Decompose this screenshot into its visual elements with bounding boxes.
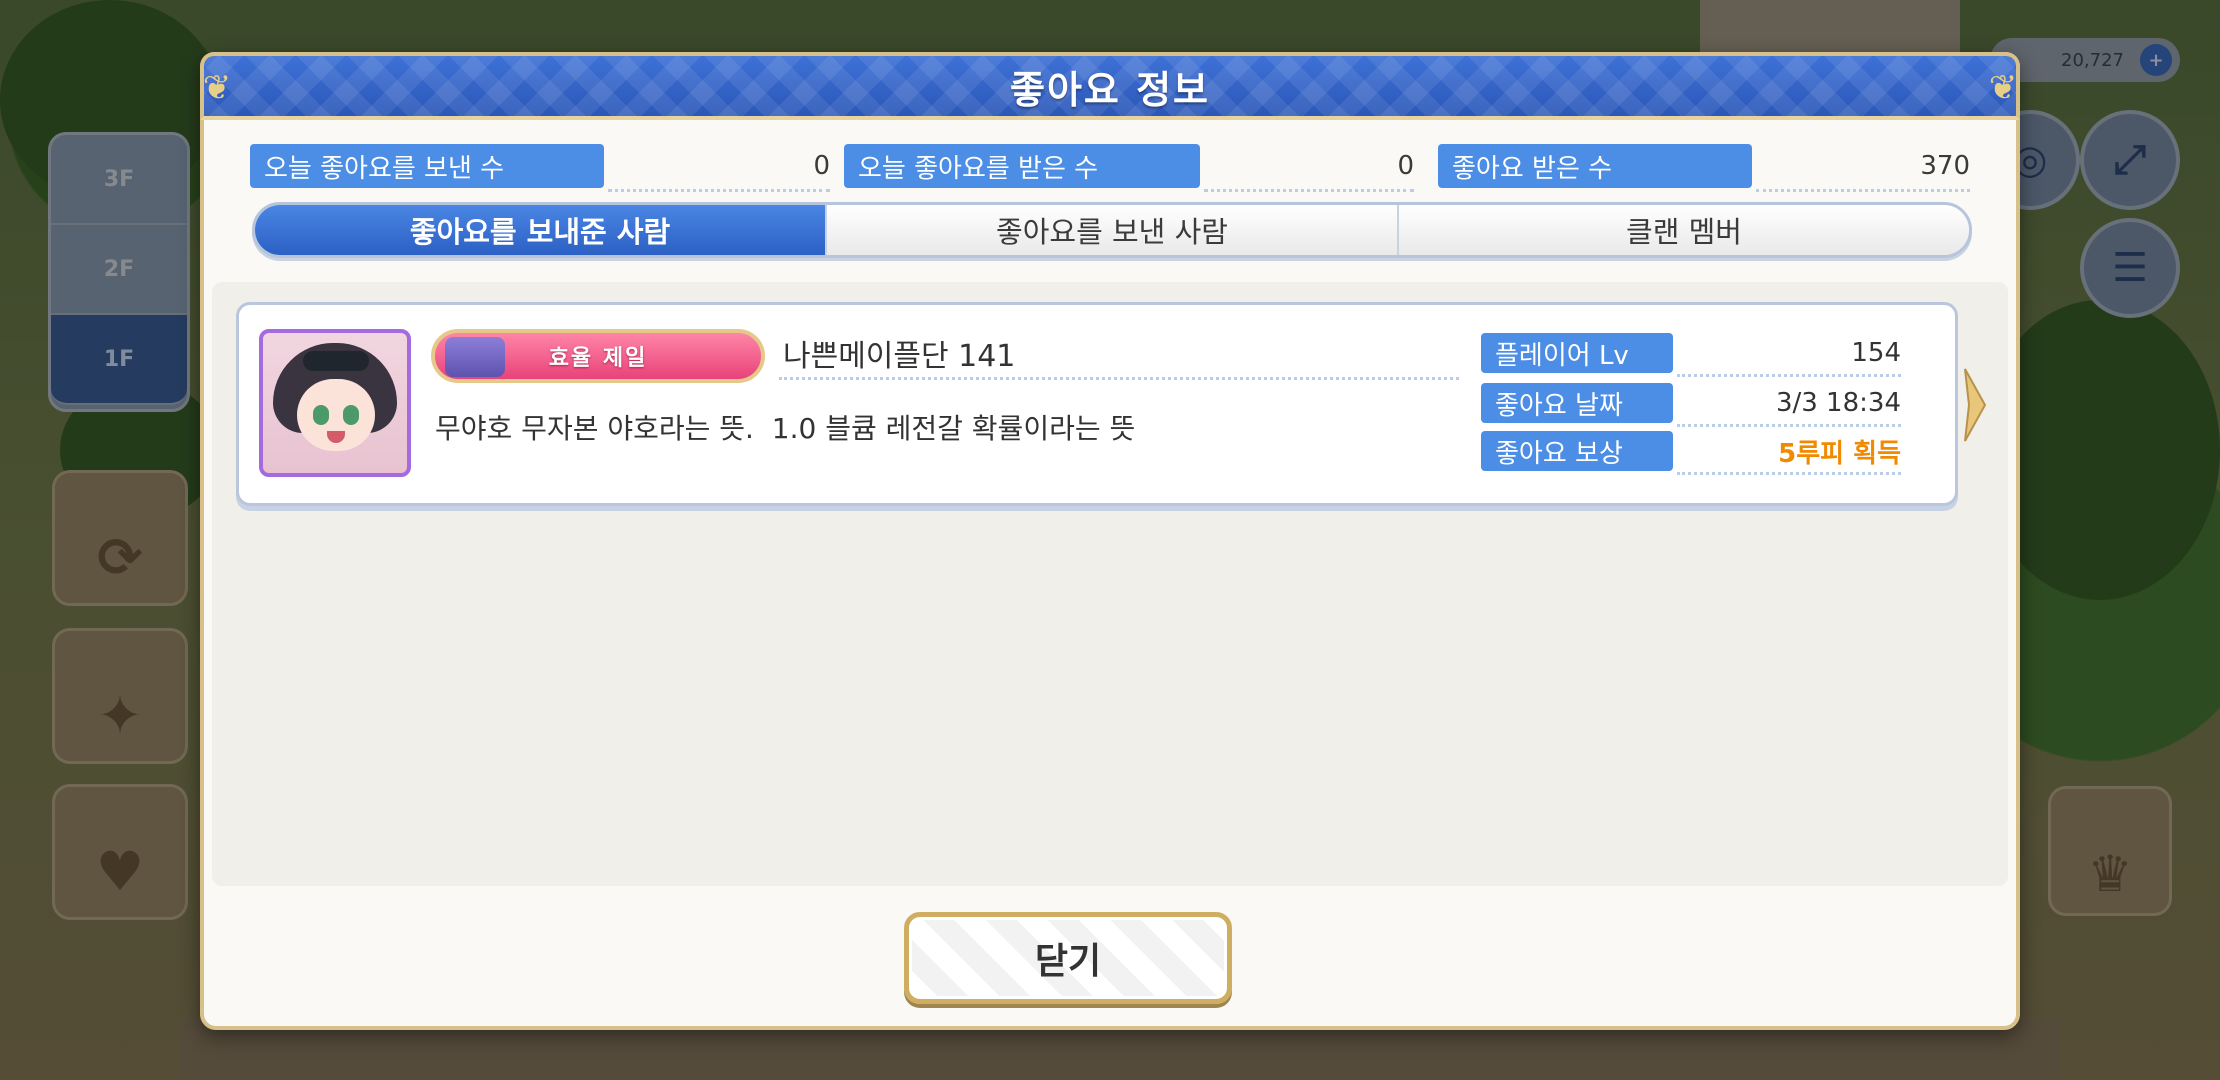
stat-divider (1756, 189, 1970, 192)
close-button[interactable]: 닫기 (904, 912, 1232, 1004)
stat-value: 370 (1920, 151, 1970, 181)
stat-divider (608, 189, 830, 192)
info-label: 플레이어 Lv (1481, 333, 1673, 373)
info-divider (1677, 424, 1901, 427)
stat-label: 좋아요 받은 수 (1438, 144, 1752, 188)
stat-value: 0 (813, 151, 830, 181)
stat-label: 오늘 좋아요를 보낸 수 (250, 144, 604, 188)
tab-clan-members[interactable]: 클랜 멤버 (1399, 205, 1969, 255)
info-divider (1677, 472, 1901, 475)
info-divider (1677, 374, 1901, 377)
info-like-date: 좋아요 날짜 3/3 18:34 (1481, 383, 1901, 427)
info-label: 좋아요 보상 (1481, 431, 1673, 471)
info-label: 좋아요 날짜 (1481, 383, 1673, 423)
dialog-header: 좋아요 정보 ❦ ❦ (200, 52, 2020, 120)
chevron-right-icon[interactable] (1963, 367, 1987, 443)
list-item[interactable]: 효율 제일 나쁜메이플단 141 무야호 무자본 야호라는 뜻. 1.0 블큠 … (236, 302, 1987, 506)
info-like-reward: 좋아요 보상 5루피 획득 (1481, 431, 1901, 475)
title-badge-text: 효율 제일 (548, 346, 648, 371)
chevron-right-shape (1964, 368, 1987, 442)
like-tabs: 좋아요를 보내준 사람 좋아요를 보낸 사람 클랜 멤버 (252, 202, 1972, 258)
player-comment: 무야호 무자본 야호라는 뜻. 1.0 블큠 레전갈 확률이라는 뜻 (435, 412, 1136, 445)
stat-divider (1204, 189, 1414, 192)
info-player-level: 플레이어 Lv 154 (1481, 333, 1901, 377)
stat-total-received: 좋아요 받은 수 370 (1438, 144, 1970, 192)
stat-label: 오늘 좋아요를 받은 수 (844, 144, 1200, 188)
info-value: 154 (1851, 338, 1901, 368)
avatar-eye (343, 405, 359, 425)
corner-ornament-icon: ❦ (1988, 68, 2018, 108)
player-name: 나쁜메이플단 141 (783, 339, 1016, 374)
name-divider (779, 377, 1459, 380)
stat-received-today: 오늘 좋아요를 받은 수 0 (844, 144, 1414, 192)
character-thumbnail-icon (445, 337, 505, 377)
corner-ornament-icon: ❦ (202, 68, 232, 108)
avatar-sunglasses (303, 351, 369, 371)
stat-value: 0 (1397, 151, 1414, 181)
tab-received-from[interactable]: 좋아요를 보내준 사람 (255, 205, 827, 255)
tab-sent-to[interactable]: 좋아요를 보낸 사람 (827, 205, 1399, 255)
avatar[interactable] (259, 329, 411, 477)
avatar-eye (313, 405, 329, 425)
info-value-reward: 5루피 획득 (1778, 438, 1901, 469)
dialog-title: 좋아요 정보 (1009, 67, 1211, 112)
like-list: 효율 제일 나쁜메이플단 141 무야호 무자본 야호라는 뜻. 1.0 블큠 … (212, 282, 2008, 886)
stat-sent-today: 오늘 좋아요를 보낸 수 0 (250, 144, 830, 192)
info-value: 3/3 18:34 (1775, 388, 1901, 418)
title-badge: 효율 제일 (431, 329, 765, 383)
like-info-dialog: 좋아요 정보 ❦ ❦ 오늘 좋아요를 보낸 수 0 오늘 좋아요를 받은 수 0… (200, 52, 2020, 1030)
